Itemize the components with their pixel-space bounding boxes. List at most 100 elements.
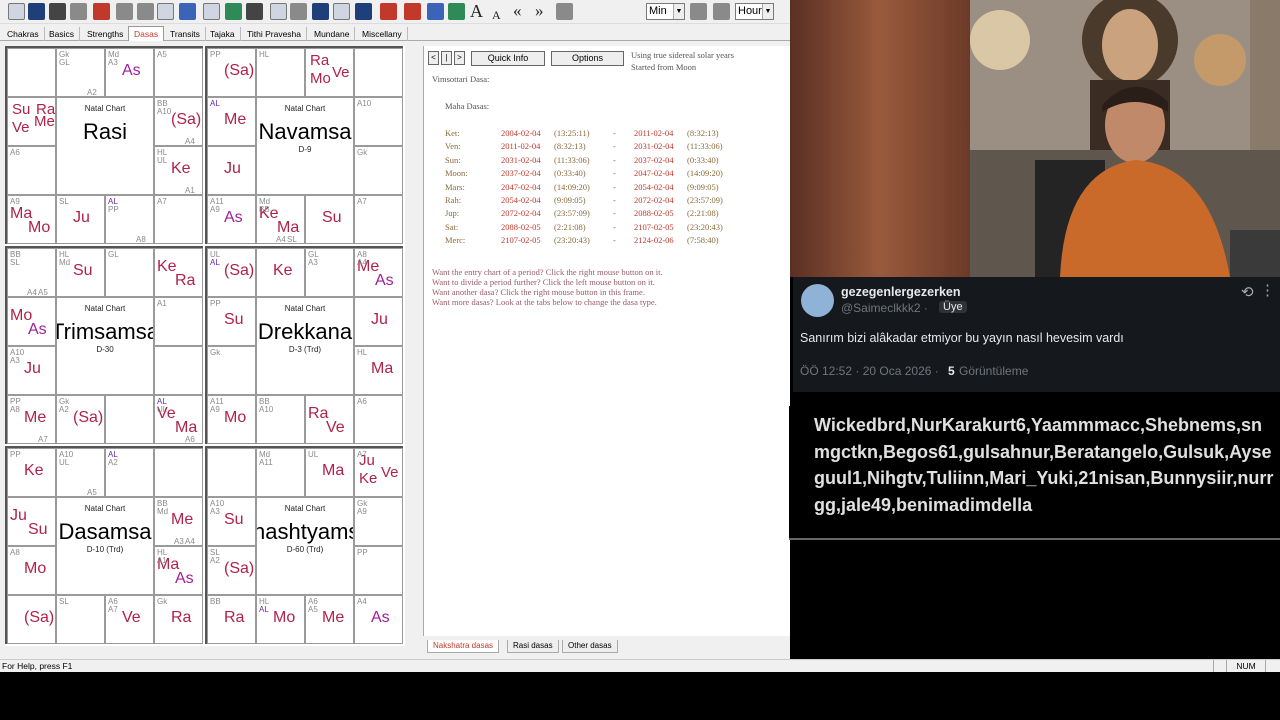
print-icon[interactable] — [70, 3, 87, 20]
clock-icon[interactable] — [713, 3, 730, 20]
minutes-select[interactable]: Min ▼ — [646, 3, 685, 20]
house-cell[interactable]: Ke HL UL A1 — [154, 146, 203, 195]
chart-trimsamsa[interactable]: BB SL A5 A4 Su HL Md GL Ke Ra Mo As A1 Ju A10 A3 Me PP A8 A… — [5, 246, 203, 444]
house-cell[interactable]: AL A2 — [105, 448, 154, 497]
tab-miscellany[interactable]: Miscellany — [357, 27, 408, 41]
house-cell[interactable]: Ju — [207, 146, 256, 195]
house-cell[interactable]: Ke PP — [7, 448, 56, 497]
house-cell[interactable]: Ma As HL A1 — [154, 546, 203, 595]
house-cell[interactable]: Mo As — [7, 297, 56, 346]
house-cell[interactable]: Me PP A8 A7 — [7, 395, 56, 444]
house-cell[interactable]: Ma Mo A9 — [7, 195, 56, 244]
house-cell[interactable]: Ju A10 A3 — [7, 346, 56, 395]
house-cell[interactable]: A10 — [354, 97, 403, 146]
house-cell[interactable]: (Sa) PP — [207, 48, 256, 97]
special-icon[interactable] — [203, 3, 220, 20]
house-cell[interactable]: A5 — [154, 48, 203, 97]
house-cell[interactable]: Me Su Ve Ra — [7, 97, 56, 146]
next-button[interactable]: > — [454, 51, 465, 65]
tab-other-dasas[interactable]: Other dasas — [562, 640, 618, 653]
house-cell[interactable]: Mo A11 A9 — [207, 395, 256, 444]
fire-icon[interactable] — [404, 3, 421, 20]
font-large-icon[interactable]: A — [470, 1, 483, 21]
chart-rasi[interactable]: Gk GL A2 As Md A3 A5 Me Su Ve Ra (Sa) BB A10 A4 A6 Ke HL U… — [5, 46, 203, 244]
chart-shashtyamsa[interactable]: Md A11 Ma UL Ve Ju Ke A7 Su A10 A3 Gk A9 (Sa) SL A2 PP Ra… — [205, 446, 403, 644]
font-small-icon[interactable]: A — [492, 5, 501, 25]
house-cell[interactable] — [7, 48, 56, 97]
tab-basics[interactable]: Basics — [44, 27, 81, 41]
house-cell[interactable]: Me BB Md A4 A3 — [154, 497, 203, 546]
house-cell[interactable]: Ke — [256, 248, 305, 297]
house-cell[interactable]: (Sa) UL AL — [207, 248, 256, 297]
house-cell[interactable]: Su HL Md — [56, 248, 105, 297]
settings-icon[interactable] — [137, 3, 154, 20]
sb-icon[interactable] — [312, 3, 329, 20]
forward-icon[interactable]: » — [535, 1, 544, 21]
house-cell[interactable]: (Sa) BB A10 A4 — [154, 97, 203, 146]
house-cell[interactable]: As A4 — [354, 595, 403, 644]
house-cell[interactable]: A7 — [154, 195, 203, 244]
options-button[interactable]: Options — [551, 51, 624, 66]
tab-strengths[interactable]: Strengths — [82, 27, 130, 41]
more-icon[interactable]: ⋮ — [1260, 281, 1275, 299]
chart-navamsa[interactable]: (Sa) PP HL Ve Ra Mo Me AL A10 Ju Gk As A11 A9 Ke Ma Md BB… — [205, 46, 403, 244]
house-cell[interactable] — [105, 395, 154, 444]
house-cell[interactable]: Ra Gk — [154, 595, 203, 644]
house-cell[interactable]: Su — [305, 195, 354, 244]
house-cell[interactable]: A7 — [354, 195, 403, 244]
house-cell[interactable]: PP — [354, 546, 403, 595]
house-cell[interactable]: A1 — [154, 297, 203, 346]
pen-icon[interactable] — [225, 3, 242, 20]
house-cell[interactable]: Me AL — [207, 97, 256, 146]
house-cell[interactable]: Me A6 A5 — [305, 595, 354, 644]
book-icon[interactable] — [355, 3, 372, 20]
house-cell[interactable]: Ma HL — [354, 346, 403, 395]
tab-mundane[interactable]: Mundane — [309, 27, 356, 41]
house-cell[interactable]: Ke Ma Md BB SL A4 — [256, 195, 305, 244]
sun-icon[interactable] — [290, 3, 307, 20]
tab-chakras[interactable]: Chakras — [2, 27, 45, 41]
save-icon[interactable] — [49, 3, 66, 20]
house-cell[interactable]: A10 UL A5 — [56, 448, 105, 497]
house-cell[interactable] — [354, 48, 403, 97]
reset-button[interactable]: | — [441, 51, 452, 65]
house-cell[interactable]: Ma UL — [305, 448, 354, 497]
house-cell[interactable]: (Sa) SL A2 — [207, 546, 256, 595]
house-cell[interactable]: SL — [56, 595, 105, 644]
house-cell[interactable]: Gk — [354, 146, 403, 195]
house-cell[interactable]: Ju — [354, 297, 403, 346]
house-cell[interactable]: Ve A6 A7 — [105, 595, 154, 644]
tab-nakshatra-dasas[interactable]: Nakshatra dasas — [427, 640, 500, 653]
prev-button[interactable]: < — [428, 51, 439, 65]
n-icon[interactable] — [246, 3, 263, 20]
house-cell[interactable]: A6 — [7, 146, 56, 195]
house-cell[interactable]: Ju SL — [56, 195, 105, 244]
house-cell[interactable]: Ve Ju Ke A7 — [354, 448, 403, 497]
house-cell[interactable]: As Md A3 — [105, 48, 154, 97]
tab-tithi-pravesha[interactable]: Tithi Pravesha — [242, 27, 308, 41]
dasa-panel[interactable]: < | > Quick Info Options Using true side… — [423, 46, 790, 636]
house-cell[interactable]: Ju Su — [7, 497, 56, 546]
house-cell[interactable]: Ve Ra Mo — [305, 48, 354, 97]
house-cell[interactable] — [207, 448, 256, 497]
house-cell[interactable]: Me As A8 A4 — [354, 248, 403, 297]
data-icon[interactable] — [116, 3, 133, 20]
tab-transits[interactable]: Transits — [165, 27, 206, 41]
house-cell[interactable]: Md A11 — [256, 448, 305, 497]
house-cell[interactable]: A6 — [354, 395, 403, 444]
chart-dasamsa[interactable]: Ke PP A10 UL A5 AL A2 Ju Su Me BB Md A4 A3 Mo A8 Ma As HL A… — [5, 446, 203, 644]
open-icon[interactable] — [28, 3, 45, 20]
facebook-icon[interactable] — [427, 3, 444, 20]
house-cell[interactable]: Gk A9 — [354, 497, 403, 546]
compass-icon[interactable] — [157, 3, 174, 20]
people-icon[interactable] — [380, 3, 397, 20]
house-cell[interactable]: AL PP A8 — [105, 195, 154, 244]
globe-icon[interactable] — [179, 3, 196, 20]
house-cell[interactable]: (Sa) — [7, 595, 56, 644]
house-cell[interactable]: (Sa) Gk A2 — [56, 395, 105, 444]
time-forward-icon[interactable] — [690, 3, 707, 20]
tab-tajaka[interactable]: Tajaka — [205, 27, 241, 41]
grid-icon[interactable] — [270, 3, 287, 20]
house-cell[interactable]: GL — [105, 248, 154, 297]
quick-info-button[interactable]: Quick Info — [471, 51, 545, 66]
